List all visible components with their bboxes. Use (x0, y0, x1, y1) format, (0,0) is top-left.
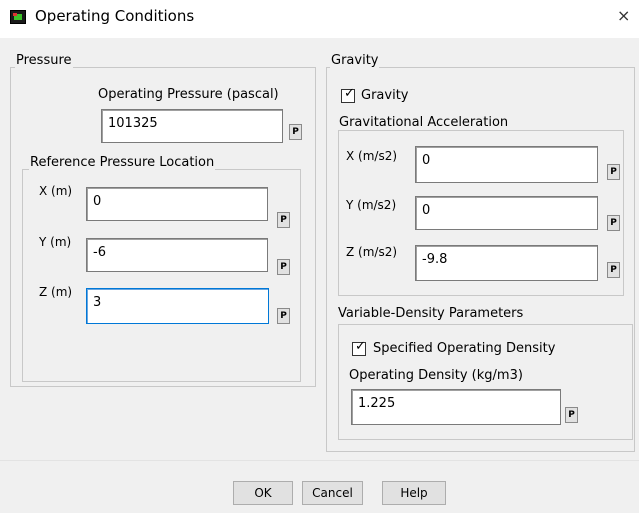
pressure-group-label: Pressure (15, 53, 73, 68)
dialog-body: Pressure Operating Pressure (pascal) 101… (0, 38, 639, 513)
grav-y-input[interactable]: 0 (415, 196, 598, 230)
operating-pressure-param-button[interactable]: P (289, 124, 302, 140)
operating-density-label: Operating Density (kg/m3) (349, 368, 523, 383)
cancel-button[interactable]: Cancel (302, 481, 363, 505)
title-bar: Operating Conditions × (0, 0, 639, 38)
grav-z-label: Z (m/s2) (346, 245, 398, 259)
gravity-group-label: Gravity (330, 53, 380, 68)
check-icon: ✓ (355, 339, 366, 354)
ref-z-label: Z (m) (39, 285, 73, 299)
ok-button[interactable]: OK (233, 481, 293, 505)
ref-y-label: Y (m) (39, 235, 72, 249)
window-title: Operating Conditions (35, 7, 195, 25)
ref-x-label: X (m) (39, 184, 73, 198)
ref-z-param-button[interactable]: P (277, 308, 290, 324)
reference-location-label: Reference Pressure Location (29, 155, 216, 170)
operating-pressure-label: Operating Pressure (pascal) (98, 87, 279, 102)
specified-density-checkbox-label: Specified Operating Density (373, 341, 556, 356)
ref-y-input[interactable]: -6 (86, 238, 268, 272)
ref-z-input[interactable]: 3 (86, 288, 269, 324)
grav-z-param-button[interactable]: P (607, 262, 620, 278)
gravity-checkbox[interactable]: ✓ (341, 86, 355, 103)
gravitational-acceleration-label: Gravitational Acceleration (338, 115, 510, 130)
grav-x-label: X (m/s2) (346, 149, 398, 163)
specified-density-checkbox[interactable]: ✓ (352, 339, 366, 356)
operating-pressure-input[interactable]: 101325 (101, 109, 283, 143)
operating-density-param-button[interactable]: P (565, 407, 578, 423)
ref-x-input[interactable]: 0 (86, 187, 268, 221)
close-icon[interactable]: × (617, 6, 630, 25)
gravity-checkbox-label: Gravity (361, 88, 409, 103)
grav-y-param-button[interactable]: P (607, 215, 620, 231)
variable-density-label: Variable-Density Parameters (337, 306, 525, 321)
app-icon (10, 10, 26, 24)
grav-y-label: Y (m/s2) (346, 198, 397, 212)
operating-density-input[interactable]: 1.225 (351, 389, 561, 425)
ref-x-param-button[interactable]: P (277, 212, 290, 228)
help-button[interactable]: Help (382, 481, 446, 505)
footer-separator (0, 460, 639, 461)
grav-x-input[interactable]: 0 (415, 146, 598, 183)
grav-x-param-button[interactable]: P (607, 164, 620, 180)
app-icon-dot (13, 13, 17, 16)
grav-z-input[interactable]: -9.8 (415, 245, 598, 281)
check-icon: ✓ (344, 86, 355, 101)
ref-y-param-button[interactable]: P (277, 259, 290, 275)
